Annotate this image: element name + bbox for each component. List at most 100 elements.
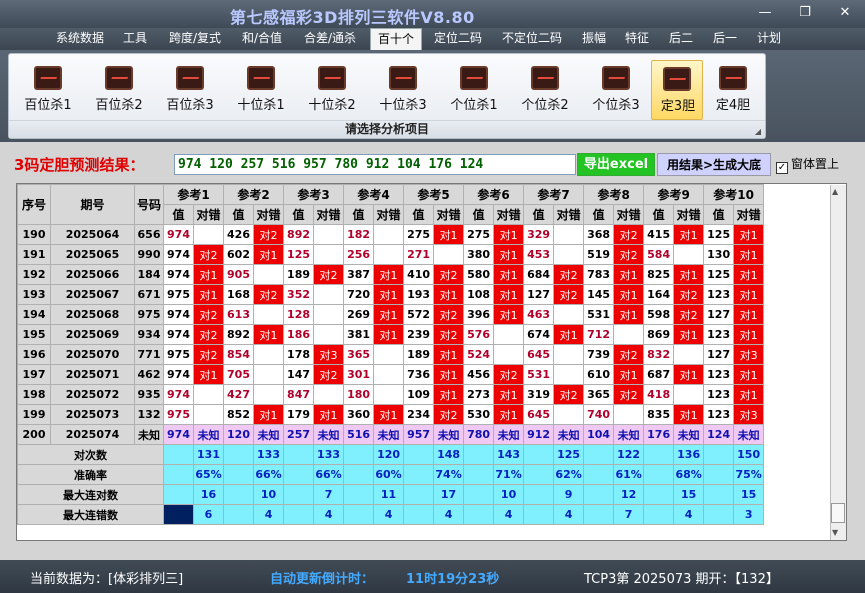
table-row[interactable]: 195 2025069 934 974 对2 892 对1 186 381 对1 239 对2 576 6… [17, 324, 765, 345]
period-cell: 2025071 [50, 364, 135, 385]
tab-hundreds-tens-units[interactable]: 百十个 [370, 28, 422, 50]
value-cell: 123 [703, 384, 735, 405]
stat-value-cell: 60% [373, 464, 405, 485]
tab-diff[interactable]: 合差/通杀 [296, 28, 364, 50]
ref-header[interactable]: 参考2 [223, 184, 285, 205]
value-cell: 427 [223, 384, 255, 405]
tab-sum[interactable]: 和/合值 [233, 28, 291, 50]
value-subheader: 值 [463, 204, 495, 225]
ribbon-fix-4-dan[interactable]: 定4胆 [707, 60, 759, 120]
stat-value-cell: 150 [733, 444, 765, 465]
result-cell: 对2 [313, 364, 345, 385]
ribbon-kill-units-2[interactable]: 个位杀2 [514, 60, 576, 120]
ribbon-kill-hundreds-2[interactable]: 百位杀2 [88, 60, 150, 120]
tab-last-two[interactable]: 后二 [662, 28, 700, 50]
ref-header[interactable]: 参考3 [283, 184, 345, 205]
tab-system-data[interactable]: 系统数据 [48, 28, 112, 50]
result-cell: 对2 [493, 364, 525, 385]
table-row[interactable]: 193 2025067 671 975 对1 168 对2 352 720 对1 193 对1 108 对… [17, 284, 765, 305]
expand-corner-icon[interactable]: ◢ [755, 127, 761, 136]
stat-value-cell: 148 [433, 444, 465, 465]
number-cell: 656 [134, 224, 164, 245]
result-cell: 对1 [253, 244, 285, 265]
ref-header[interactable]: 参考9 [643, 184, 705, 205]
value-cell: 645 [523, 404, 555, 425]
checkbox-check-icon[interactable]: ✓ [776, 162, 788, 174]
value-cell: 524 [463, 344, 495, 365]
close-button[interactable]: ✕ [832, 3, 858, 23]
last-draw-status: TCP3第 2025073 期开：【132】 [584, 572, 779, 587]
stat-value-cell: 74% [433, 464, 465, 485]
ref-header[interactable]: 参考4 [343, 184, 405, 205]
scroll-up-icon[interactable]: ▲ [832, 187, 838, 196]
stat-blank-cell [283, 444, 315, 465]
ribbon-kill-hundreds-3[interactable]: 百位杀3 [159, 60, 221, 120]
ribbon-kill-tens-1[interactable]: 十位杀1 [230, 60, 292, 120]
seq-cell: 191 [17, 244, 51, 265]
table-row[interactable]: 198 2025072 935 974 427 847 180 109 对1 273 对1 319 对2… [17, 384, 765, 405]
result-cell [673, 384, 705, 405]
scroll-down-icon[interactable]: ▼ [832, 528, 838, 537]
ref-header[interactable]: 参考5 [403, 184, 465, 205]
table-row[interactable]: 191 2025065 990 974 对2 602 对1 125 256 271 380 对1 453… [17, 244, 765, 265]
value-cell: 123 [703, 404, 735, 425]
result-cell: 未知 [673, 424, 705, 445]
export-excel-button[interactable]: 导出excel [577, 153, 655, 176]
table-row[interactable]: 196 2025070 771 975 对2 854 178 对3 365 189 对1 524 645… [17, 344, 765, 365]
value-cell: 531 [523, 364, 555, 385]
ref-header[interactable]: 参考10 [703, 184, 765, 205]
tab-feature[interactable]: 特征 [618, 28, 656, 50]
table-row[interactable]: 190 2025064 656 974 426 对2 892 182 275 对1 275 对1 329… [17, 224, 765, 245]
minimize-button[interactable]: — [752, 3, 778, 23]
tab-plan[interactable]: 计划 [750, 28, 788, 50]
ribbon-kill-units-3[interactable]: 个位杀3 [585, 60, 647, 120]
col-seq-header[interactable]: 序号 [17, 184, 51, 225]
prediction-result-field[interactable]: 974 120 257 516 957 780 912 104 176 124 [174, 154, 576, 175]
ref-header[interactable]: 参考8 [583, 184, 645, 205]
table-row[interactable]: 194 2025068 975 974 对2 613 128 269 对1 572 对2 396 对1 4… [17, 304, 765, 325]
window-on-top-checkbox[interactable]: ✓ 窗体置上 [776, 155, 839, 174]
maximize-button[interactable]: ❐ [792, 3, 818, 23]
table-row[interactable]: 199 2025073 132 975 852 对1 179 对1 360 对1 234 对2 530 对… [17, 404, 765, 425]
ribbon-fix-3-dan[interactable]: 定3胆 [651, 60, 703, 120]
ribbon-kill-tens-3[interactable]: 十位杀3 [372, 60, 434, 120]
value-cell: 687 [643, 364, 675, 385]
tab-last-one[interactable]: 后一 [706, 28, 744, 50]
vertical-scrollbar[interactable] [830, 185, 846, 540]
stat-value-cell: 4 [553, 504, 585, 525]
tab-position-two[interactable]: 定位二码 [427, 28, 489, 50]
ribbon-label: 个位杀3 [592, 98, 640, 113]
result-cell [673, 344, 705, 365]
table-row[interactable]: 197 2025071 462 974 对1 705 147 对2 301 736 对1 456 对2 5… [17, 364, 765, 385]
value-cell: 387 [343, 264, 375, 285]
value-cell: 182 [343, 224, 375, 245]
result-subheader: 对错 [553, 204, 585, 225]
stat-value-cell: 133 [313, 444, 345, 465]
tab-tools[interactable]: 工具 [115, 28, 155, 50]
ref-header[interactable]: 参考6 [463, 184, 525, 205]
result-cell: 对2 [613, 344, 645, 365]
ref-header[interactable]: 参考1 [162, 184, 225, 205]
result-cell: 对3 [733, 344, 765, 365]
col-number-header[interactable]: 号码 [134, 184, 164, 225]
ribbon-kill-hundreds-1[interactable]: 百位杀1 [17, 60, 79, 120]
value-cell: 275 [463, 224, 495, 245]
result-cell: 对1 [373, 324, 405, 345]
col-period-header[interactable]: 期号 [50, 184, 135, 225]
period-cell: 2025072 [50, 384, 135, 405]
value-cell: 974 [163, 244, 194, 265]
value-cell: 239 [403, 324, 435, 345]
generate-base-button[interactable]: 用结果>生成大底 [657, 153, 771, 176]
ribbon-kill-tens-2[interactable]: 十位杀2 [301, 60, 363, 120]
value-cell: 124 [703, 424, 735, 445]
future-row[interactable]: 200 2025074 未知 974 未知 120 未知 257 未知 516 未知 957 未知 780… [17, 424, 765, 445]
value-cell: 835 [643, 404, 675, 425]
table-row[interactable]: 192 2025066 184 974 对1 905 189 对2 387 对1 410 对2 580 对… [17, 264, 765, 285]
tab-amplitude[interactable]: 振幅 [575, 28, 613, 50]
ribbon-kill-units-1[interactable]: 个位杀1 [443, 60, 505, 120]
ref-header[interactable]: 参考7 [523, 184, 585, 205]
scrollbar-thumb[interactable] [831, 503, 845, 523]
stat-blank-cell [643, 464, 675, 485]
tab-span[interactable]: 跨度/复式 [160, 28, 230, 50]
tab-unposition-two[interactable]: 不定位二码 [494, 28, 570, 50]
